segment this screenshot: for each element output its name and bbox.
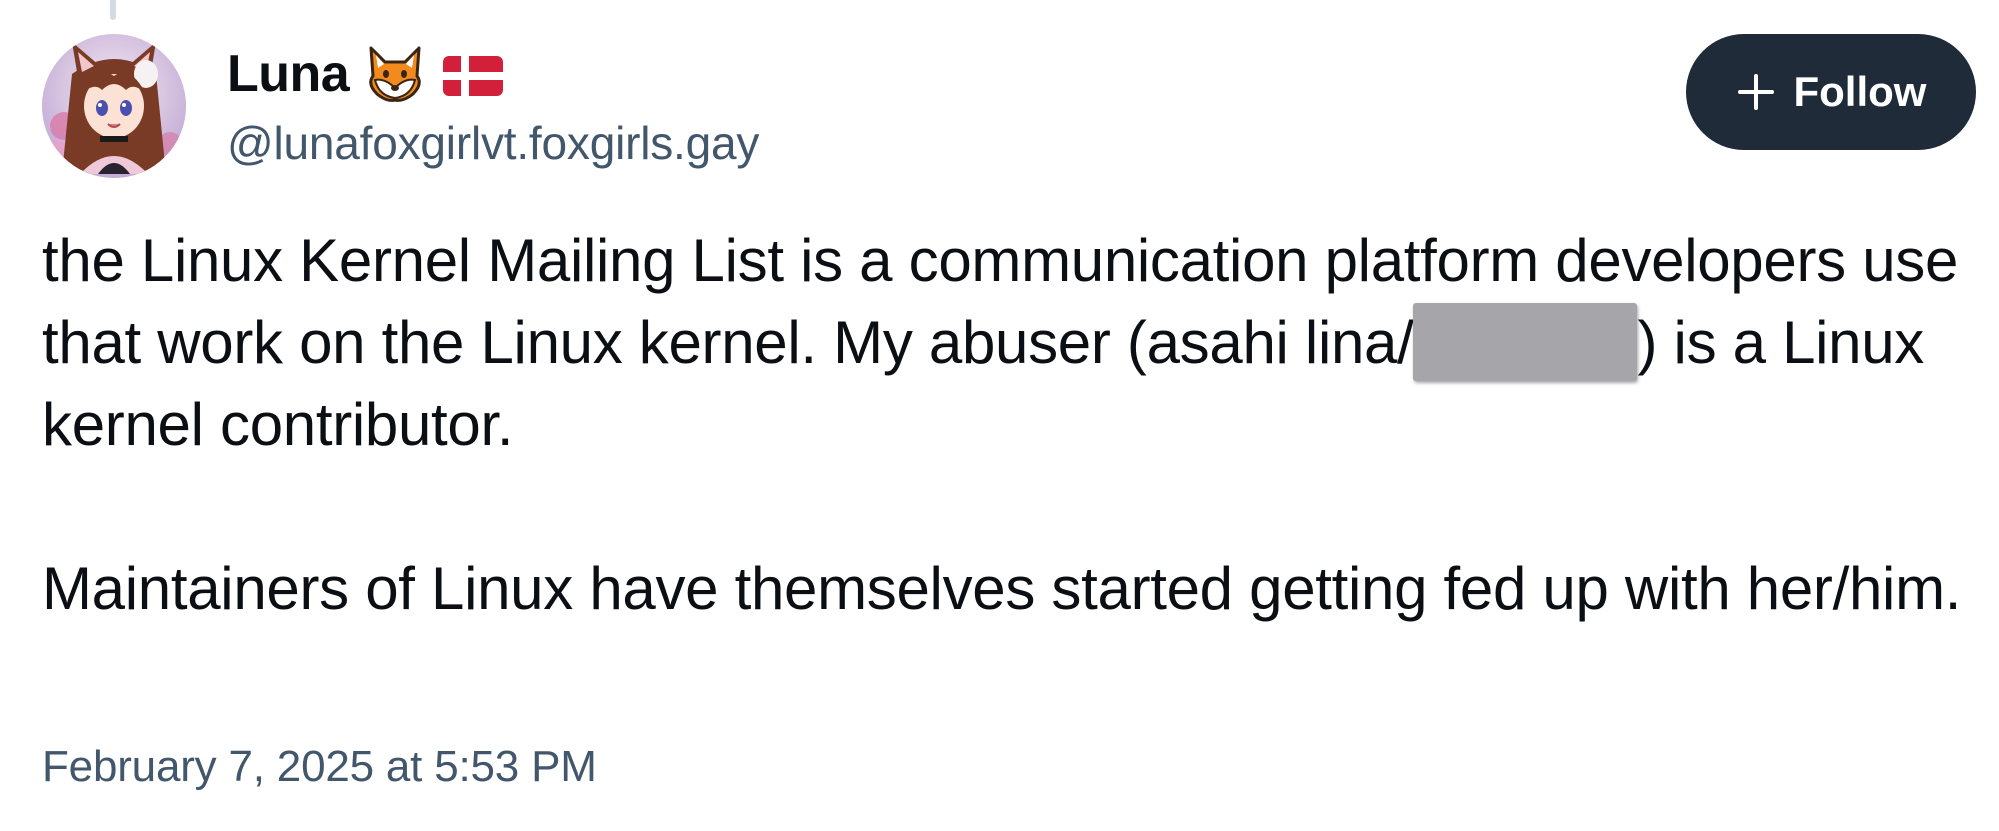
author-name-row: Luna <box>227 38 759 110</box>
author-handle[interactable]: @lunafoxgirlvt.foxgirls.gay <box>227 116 759 170</box>
post: Luna @lunafoxgirlvt.foxgirls.gay Follow … <box>0 0 1999 831</box>
post-paragraph-2: Maintainers of Linux have themselves sta… <box>42 555 1962 622</box>
follow-button[interactable]: Follow <box>1686 34 1976 150</box>
post-text: the Linux Kernel Mailing List is a commu… <box>42 220 1972 630</box>
plus-icon <box>1736 72 1776 112</box>
avatar-image <box>42 34 186 178</box>
post-paragraph-1: the Linux Kernel Mailing List is a commu… <box>42 220 1972 466</box>
avatar[interactable] <box>42 34 186 178</box>
redaction-box <box>1413 303 1638 381</box>
post-timestamp[interactable]: February 7, 2025 at 5:53 PM <box>42 742 597 792</box>
author-info: Luna @lunafoxgirlvt.foxgirls.gay <box>227 38 759 170</box>
author-display-name[interactable]: Luna <box>227 44 350 104</box>
denmark-flag-icon <box>441 42 505 106</box>
follow-button-label: Follow <box>1793 68 1927 115</box>
fox-face-icon <box>363 42 427 106</box>
